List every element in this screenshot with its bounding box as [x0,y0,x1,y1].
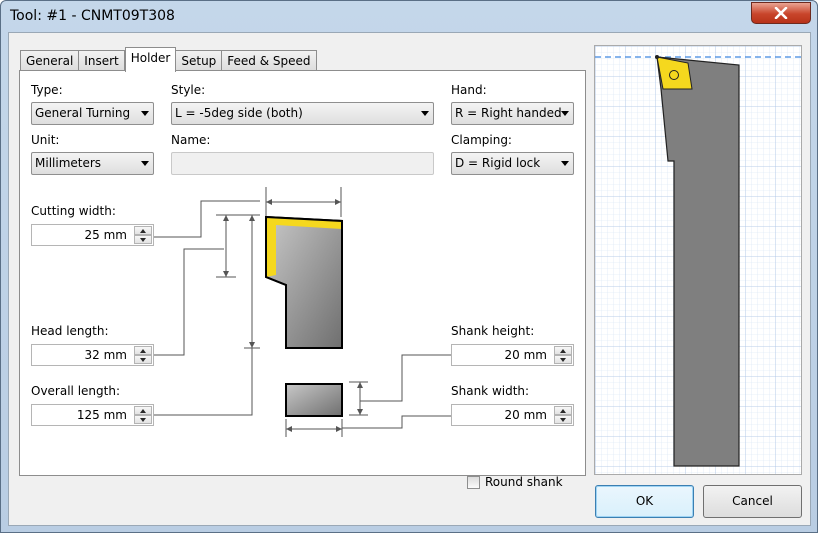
tab-strip: General Insert Holder Setup Feed & Speed [20,47,317,72]
arrow-down-icon[interactable] [554,415,572,424]
tab-setup[interactable]: Setup [176,50,223,71]
tool-preview-canvas [595,46,801,474]
tool-dialog: Tool: #1 - CNMT09T308 General Insert Hol… [0,0,818,533]
dialog-body: General Insert Holder Setup Feed & Speed… [8,32,811,526]
round-shank-checkbox[interactable] [467,475,480,489]
overall-length-label: Overall length: [31,384,120,398]
shank-height-spinner[interactable]: 20 mm [451,344,574,366]
overall-length-spinner[interactable]: 125 mm [31,404,154,426]
round-shank-label: Round shank [485,475,563,489]
ok-button[interactable]: OK [595,485,694,518]
cutting-width-value: 25 mm [84,228,127,242]
round-shank-option[interactable]: Round shank [467,474,563,490]
shank-section-shape [285,383,343,417]
tab-feed-speed[interactable]: Feed & Speed [222,50,317,71]
tab-holder[interactable]: Holder [124,47,177,72]
arrow-down-icon[interactable] [134,415,152,424]
shank-width-spinner[interactable]: 20 mm [451,404,574,426]
shank-width-value: 20 mm [504,408,547,422]
close-button[interactable] [751,2,811,24]
shank-height-value: 20 mm [504,348,547,362]
head-length-spinner[interactable]: 32 mm [31,344,154,366]
arrow-up-icon[interactable] [554,346,572,355]
window-title: Tool: #1 - CNMT09T308 [10,8,175,24]
holder-panel: Type: Style: Hand: General Turning L = -… [19,70,586,489]
arrow-up-icon[interactable] [134,226,152,235]
overall-length-value: 125 mm [76,408,127,422]
arrow-up-icon[interactable] [134,346,152,355]
arrow-up-icon[interactable] [554,406,572,415]
arrow-up-icon[interactable] [134,406,152,415]
cancel-button[interactable]: Cancel [703,485,802,518]
tool-preview [594,45,802,475]
arrow-down-icon[interactable] [554,355,572,364]
cutting-width-label: Cutting width: [31,204,116,218]
shank-height-label: Shank height: [451,324,535,338]
tab-general[interactable]: General [20,50,80,71]
shank-width-label: Shank width: [451,384,530,398]
arrow-down-icon[interactable] [134,235,152,244]
head-length-value: 32 mm [84,348,127,362]
arrow-down-icon[interactable] [134,355,152,364]
tab-insert[interactable]: Insert [79,50,125,71]
close-icon [774,7,788,19]
cutting-width-spinner[interactable]: 25 mm [31,224,154,246]
head-length-label: Head length: [31,324,109,338]
